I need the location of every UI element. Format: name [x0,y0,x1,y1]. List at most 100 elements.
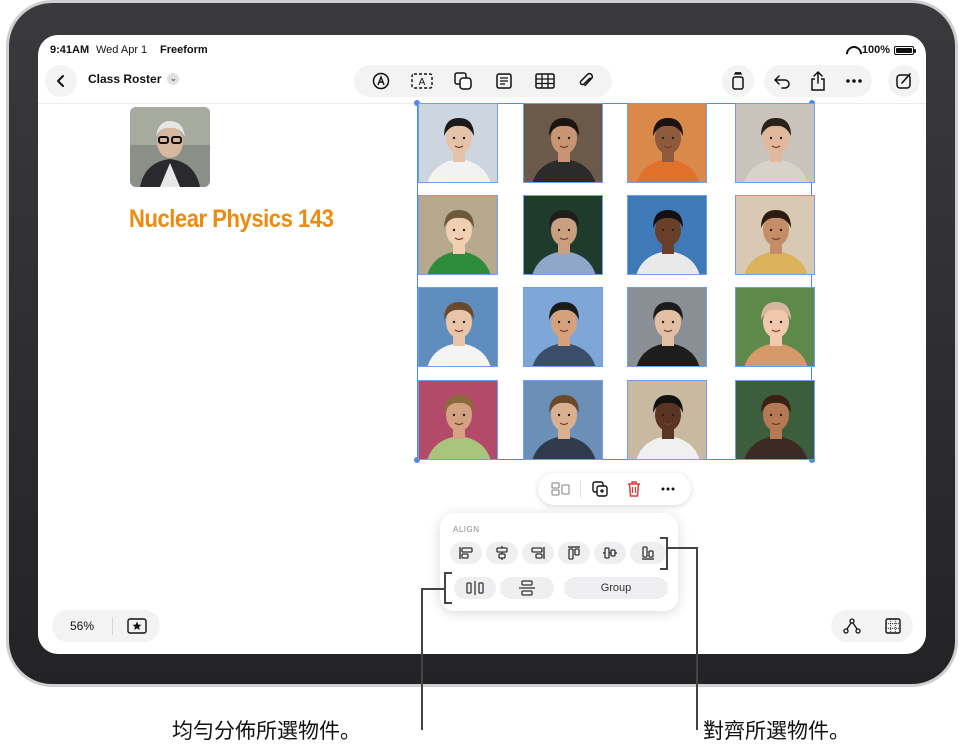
star-icon [126,618,147,634]
align-right-button[interactable] [522,542,554,564]
battery-percent: 100% [861,44,890,56]
student-photo[interactable] [734,380,815,460]
attachment-icon[interactable] [572,67,600,95]
favorite-button[interactable] [113,618,160,634]
compose-button[interactable] [888,65,920,97]
student-photo[interactable] [522,195,603,275]
portrait-image [628,381,706,459]
portrait-image [523,381,602,459]
student-photo[interactable] [418,380,498,460]
copy-button[interactable] [722,65,754,97]
align-center-horizontal-icon [496,546,508,560]
ipad-frame: 9:41AM Wed Apr 1 Freeform 100% Class Ros… [6,0,958,687]
connector-icon[interactable] [838,612,866,640]
student-photo[interactable] [627,103,707,183]
board-title-menu[interactable]: Class Roster ⌄ [88,72,180,86]
align-icon [551,482,570,496]
distribute-bracket [444,572,452,604]
more-icon[interactable] [840,67,868,95]
status-app-name: Freeform [160,44,208,56]
chevron-left-icon [57,75,64,87]
distribute-vertical-icon [519,580,535,596]
align-panel-title: ALIGN [453,525,480,534]
distribute-horizontal-icon [466,581,484,595]
distribute-callout-line [421,588,423,730]
student-photo[interactable] [418,195,498,275]
student-photo[interactable] [418,103,498,183]
chevron-down-icon: ⌄ [167,73,180,85]
portrait-image [628,196,706,274]
align-center-horizontal-button[interactable] [486,542,518,564]
text-box-icon[interactable]: A [408,67,436,95]
align-bracket [660,537,668,570]
align-right-icon [531,547,545,559]
more-menu-button[interactable] [651,475,685,503]
student-photo[interactable] [522,103,603,183]
portrait-image [628,104,706,182]
freeform-screen: 9:41AM Wed Apr 1 Freeform 100% Class Ros… [38,35,926,654]
portrait-image [419,196,497,274]
zoom-control: 56% [52,610,160,642]
align-bottom-icon [642,546,654,560]
back-button[interactable] [45,65,77,97]
align-middle-button[interactable] [594,542,626,564]
align-panel: ALIGN Group [440,513,678,611]
distribute-caption: 均勻分佈所選物件。 [172,719,361,743]
copy-icon [732,72,744,90]
align-caption: 對齊所選物件。 [703,719,850,743]
undo-icon[interactable] [768,67,796,95]
delete-button[interactable] [617,475,651,503]
student-photo[interactable] [522,287,603,367]
svg-text:A: A [418,77,425,88]
portrait-image [419,288,497,366]
board-title: Class Roster [88,72,162,86]
delete-icon [628,481,640,497]
course-heading[interactable]: Nuclear Physics 143 [129,205,334,234]
portrait-image [523,196,602,274]
share-icon[interactable] [804,67,832,95]
align-left-button[interactable] [450,542,482,564]
grid-icon[interactable] [879,612,907,640]
student-photo[interactable] [418,287,498,367]
corner-resize-icon [914,642,926,654]
selection-context-menu [538,473,691,505]
wifi-icon [846,46,858,55]
distribute-horizontal-button[interactable] [454,577,496,599]
portrait-image [735,288,814,366]
bottom-right-controls [831,610,913,642]
portrait-image [628,288,706,366]
align-callout-line [696,547,698,730]
more-icon [661,487,675,491]
teacher-photo[interactable] [130,107,210,187]
status-right: 100% [846,44,916,56]
portrait-image [735,381,814,459]
portrait-image [523,288,602,366]
table-icon[interactable] [531,67,559,95]
align-left-icon [459,547,473,559]
distribute-callout-line [421,588,444,590]
portrait-image [419,381,497,459]
portrait-image [735,104,814,182]
group-button[interactable]: Group [564,577,668,599]
align-callout-line [668,547,698,549]
sticky-note-icon[interactable] [490,67,518,95]
student-photo[interactable] [734,195,815,275]
student-photo[interactable] [734,287,815,367]
pen-icon[interactable] [367,67,395,95]
student-photo[interactable] [522,380,603,460]
duplicate-button[interactable] [583,475,617,503]
zoom-level[interactable]: 56% [52,619,112,633]
menu-separator [580,480,581,498]
student-photo[interactable] [627,380,707,460]
student-photo[interactable] [734,103,815,183]
student-photo[interactable] [627,195,707,275]
align-top-button[interactable] [558,542,590,564]
align-middle-icon [603,547,617,559]
student-photo[interactable] [627,287,707,367]
portrait-image [523,104,602,182]
shapes-icon[interactable] [449,67,477,95]
insert-toolbar: A [354,65,612,97]
distribute-vertical-button[interactable] [500,577,554,599]
align-button[interactable] [544,475,578,503]
status-date: Wed Apr 1 [96,44,148,56]
